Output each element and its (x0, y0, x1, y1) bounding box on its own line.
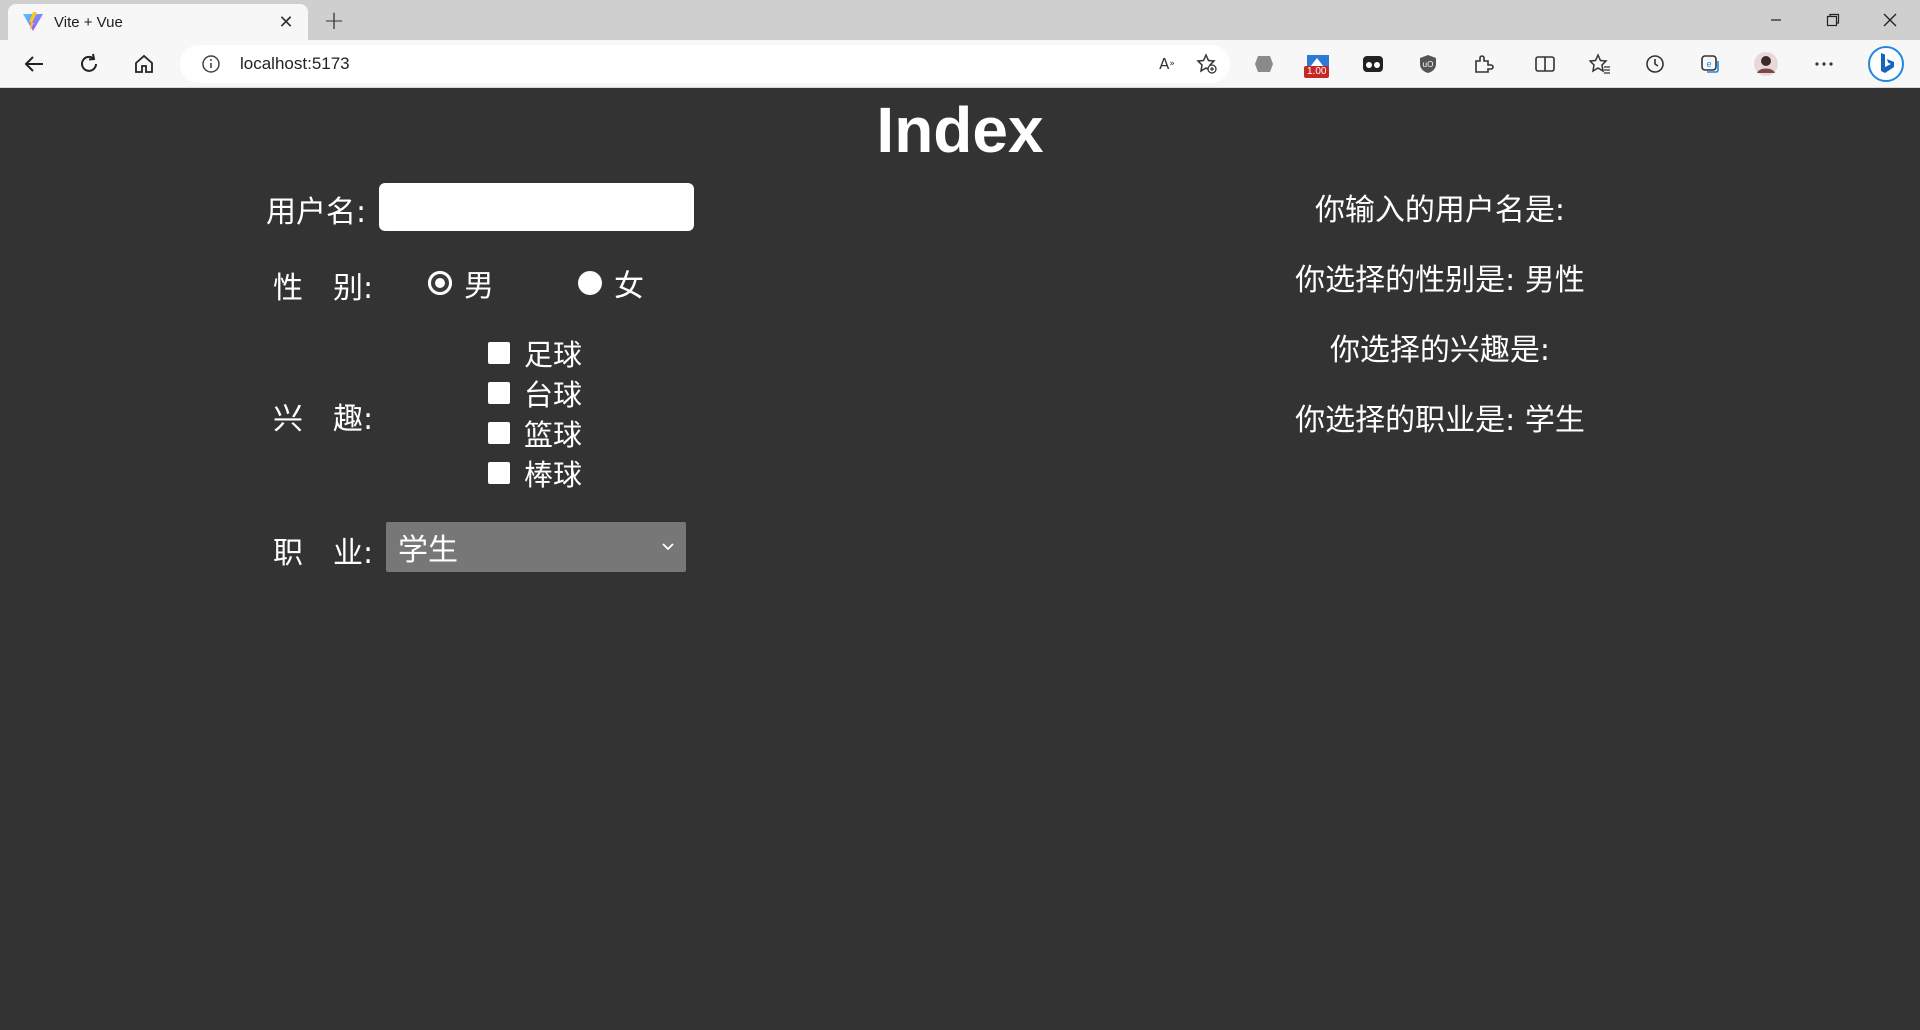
extension-speed-icon[interactable]: 1.00 (1300, 48, 1336, 80)
username-input[interactable] (379, 183, 694, 231)
tab-close-icon[interactable]: ✕ (274, 10, 298, 34)
url-text[interactable]: localhost:5173 (240, 54, 1150, 74)
svg-text:e: e (1706, 59, 1711, 69)
radio-male[interactable] (428, 271, 452, 295)
gender-option-male[interactable]: 男 (428, 261, 494, 305)
bing-copilot-icon[interactable] (1866, 44, 1906, 84)
checkbox-label-baseball: 棒球 (524, 458, 583, 492)
hobby-option-baseball[interactable]: 棒球 (488, 452, 582, 494)
job-select[interactable]: 学生 (386, 522, 686, 572)
profile-avatar[interactable] (1748, 48, 1784, 80)
svg-text:uO: uO (1423, 60, 1434, 69)
browser-tab[interactable]: Vite + Vue ✕ (8, 4, 308, 40)
hobby-option-basketball[interactable]: 篮球 (488, 412, 582, 454)
extension-glasses-icon[interactable] (1355, 48, 1391, 80)
gender-option-female[interactable]: 女 (578, 261, 644, 305)
radio-label-male: 男 (464, 269, 494, 304)
job-label: 职 业: (273, 536, 374, 571)
checkbox-label-basketball: 篮球 (524, 418, 583, 452)
gender-label: 性 别: (273, 271, 374, 306)
restore-icon[interactable] (1805, 0, 1861, 40)
result-hobby: 你选择的兴趣是: (1329, 333, 1551, 368)
hobby-option-billiards[interactable]: 台球 (488, 372, 582, 414)
chevron-down-icon (662, 540, 674, 554)
hobby-label: 兴 趣: (273, 402, 374, 437)
add-favorite-icon[interactable] (1190, 49, 1224, 79)
page-content: Index 用户名: 性 别: 男 女 兴 趣: 足球 台球 篮球 棒球 职 业… (0, 89, 1920, 1030)
minimize-icon[interactable] (1748, 0, 1804, 40)
home-icon[interactable] (127, 48, 161, 80)
checkbox-football[interactable] (488, 342, 510, 364)
browser-toolbar: localhost:5173 A» 1.00 uO e (0, 40, 1920, 88)
checkbox-billiards[interactable] (488, 382, 510, 404)
tab-strip: Vite + Vue ✕ + (0, 0, 1920, 40)
vite-logo-icon (22, 11, 44, 33)
radio-female[interactable] (578, 271, 602, 295)
result-username: 你输入的用户名是: (1314, 193, 1566, 228)
checkbox-label-football: 足球 (524, 338, 583, 372)
site-info-icon[interactable] (200, 53, 222, 75)
job-select-value: 学生 (398, 533, 458, 568)
username-label: 用户名: (266, 195, 367, 230)
address-bar[interactable]: localhost:5173 A» (180, 45, 1230, 83)
hobby-option-football[interactable]: 足球 (488, 332, 582, 374)
extension-badge: 1.00 (1304, 66, 1330, 78)
extensions-puzzle-icon[interactable] (1465, 48, 1501, 80)
refresh-icon[interactable] (72, 48, 106, 80)
extension-shield-icon[interactable] (1246, 48, 1282, 80)
page-title: Index (876, 94, 1044, 166)
new-tab-button[interactable]: + (318, 6, 350, 36)
radio-label-female: 女 (614, 269, 644, 304)
close-window-icon[interactable] (1862, 0, 1918, 40)
read-aloud-icon[interactable]: A» (1150, 49, 1184, 79)
collections-icon[interactable]: e (1692, 48, 1728, 80)
checkbox-basketball[interactable] (488, 422, 510, 444)
back-arrow-icon[interactable] (17, 48, 51, 80)
result-gender: 你选择的性别是: 男性 (1295, 263, 1585, 298)
ublock-icon[interactable]: uO (1410, 48, 1446, 80)
more-options-icon[interactable] (1806, 48, 1842, 80)
split-screen-icon[interactable] (1527, 48, 1563, 80)
result-job: 你选择的职业是: 学生 (1295, 403, 1585, 438)
history-icon[interactable] (1637, 48, 1673, 80)
checkbox-baseball[interactable] (488, 462, 510, 484)
favorites-icon[interactable] (1582, 48, 1618, 80)
checkbox-label-billiards: 台球 (524, 378, 583, 412)
tab-title: Vite + Vue (54, 13, 123, 31)
